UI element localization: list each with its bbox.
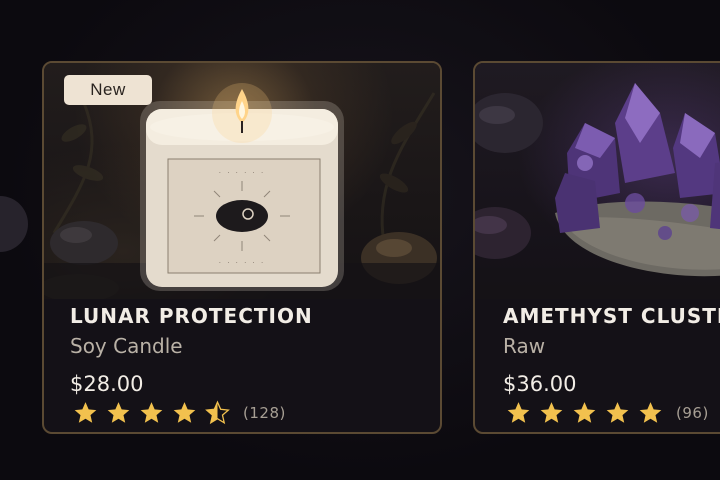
star-icon — [540, 402, 563, 423]
product-card-lunar-protection[interactable]: · · · · · · · · · · · · New LUNAR PROTEC… — [42, 61, 442, 434]
carousel-prev-button[interactable] — [0, 196, 28, 252]
product-carousel: · · · · · · · · · · · · New LUNAR PROTEC… — [0, 0, 720, 480]
product-info: LUNAR PROTECTION Soy Candle $28.00 (128) — [70, 301, 440, 426]
product-subtitle: Raw — [503, 334, 546, 358]
review-count[interactable]: (128) — [243, 404, 286, 422]
star-icon — [107, 402, 130, 423]
star-half-icon — [205, 400, 230, 425]
rating: (96) — [503, 400, 720, 426]
star-rating — [503, 400, 666, 426]
product-price: $28.00 — [70, 372, 144, 396]
amethyst-illustration — [475, 83, 720, 299]
star-icon — [507, 402, 530, 423]
star-icon — [74, 402, 97, 423]
star-icon — [173, 402, 196, 423]
product-info: AMETHYST CLUSTER Raw $36.00 (96) — [503, 301, 720, 426]
rating: (128) — [70, 400, 440, 426]
product-name[interactable]: AMETHYST CLUSTER — [503, 301, 720, 331]
star-icon — [639, 402, 662, 423]
svg-text:· · · · · ·: · · · · · · — [219, 259, 265, 267]
product-image-candle[interactable]: · · · · · · · · · · · · New — [44, 63, 440, 302]
review-count[interactable]: (96) — [676, 404, 709, 422]
product-card-amethyst-cluster[interactable]: AMETHYST CLUSTER Raw $36.00 (96) — [473, 61, 720, 434]
svg-text:· · · · · ·: · · · · · · — [219, 169, 265, 177]
product-image-amethyst[interactable] — [475, 63, 720, 299]
new-badge: New — [64, 75, 152, 105]
product-name[interactable]: LUNAR PROTECTION — [70, 301, 440, 331]
product-price: $36.00 — [503, 372, 577, 396]
star-icon — [140, 402, 163, 423]
star-icon — [606, 402, 629, 423]
star-rating — [70, 400, 233, 426]
product-subtitle: Soy Candle — [70, 334, 183, 358]
star-icon — [573, 402, 596, 423]
